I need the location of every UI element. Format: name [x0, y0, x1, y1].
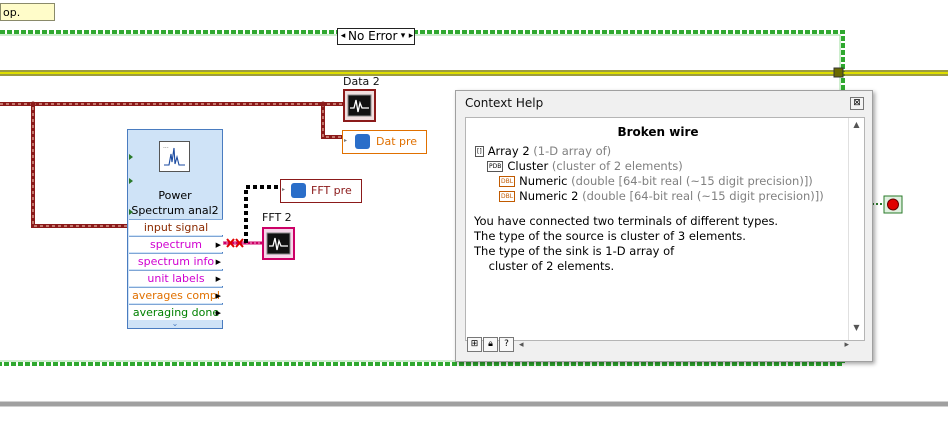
fft2-label: FFT 2 — [262, 211, 292, 224]
graph-icon — [266, 232, 291, 255]
terminal-output-arrow-icon: ▶ — [215, 275, 221, 283]
terminal-label: input signal — [143, 221, 209, 234]
property-node-arrow-icon: ▸ — [344, 137, 348, 144]
terminal-label: unit labels — [147, 272, 205, 285]
expand-chevron-icon[interactable]: ⌄ — [128, 319, 222, 328]
type-tag-icon: DBL — [499, 191, 516, 202]
context-help-content: Broken wire [] Array 2 (1-D array of) PDB C… — [465, 117, 865, 341]
input-arrow-icon — [129, 178, 133, 184]
express-vi-title-line1: Power — [158, 189, 192, 202]
fft-property-node[interactable]: ▸ FFT pre — [280, 179, 362, 203]
terminal-label: averages compl — [132, 289, 220, 302]
property-node-text: FFT pre — [311, 184, 352, 197]
terminal-output-arrow-icon: ▶ — [215, 258, 221, 266]
express-vi-terminal[interactable]: averages compl ▶ — [129, 287, 223, 303]
case-dropdown-icon[interactable]: ▾ — [399, 29, 407, 44]
stop-indicator-icon — [872, 195, 903, 214]
property-node-icon — [291, 183, 306, 198]
input-arrow-icon — [129, 154, 133, 160]
horizontal-scrollbar[interactable]: ◂ ▸ — [519, 337, 849, 353]
terminal-label: spectrum info — [137, 255, 215, 268]
case-decrement-icon[interactable]: ◂ — [339, 29, 347, 44]
help-toolbar: ⊞ 🔒︎ ? ◂ ▸ — [465, 337, 865, 355]
type-tree-item: DBL Numeric (double [64-bit real (~15 dig… — [499, 174, 813, 189]
spectrum-vi-icon: ··· — [159, 141, 190, 172]
power-spectrum-express-vi[interactable]: ··· Power Spectrum anal2 input signal spe… — [127, 129, 223, 329]
express-vi-terminal[interactable]: spectrum info ▶ — [129, 253, 223, 269]
close-icon[interactable]: ⊠ — [850, 97, 864, 110]
window-icon[interactable]: ⊞ — [467, 337, 482, 352]
type-tag-icon: DBL — [499, 176, 516, 187]
scroll-down-icon[interactable]: ▼ — [849, 323, 864, 332]
terminal-label: spectrum — [149, 238, 203, 251]
express-vi-title: Power Spectrum anal2 — [128, 188, 222, 218]
type-description: (1-D array of) — [533, 144, 612, 158]
terminal-output-arrow-icon: ▶ — [215, 241, 221, 249]
type-description: (double [64-bit real (~15 digit precisio… — [582, 189, 824, 203]
context-help-window[interactable]: Context Help ⊠ Broken wire [] Array 2 (1-… — [455, 90, 873, 362]
data2-label: Data 2 — [343, 75, 380, 88]
type-tag-icon: [] — [475, 146, 484, 157]
graph-icon — [347, 94, 372, 117]
help-heading: Broken wire — [617, 125, 699, 139]
type-name: Array 2 — [487, 144, 530, 158]
terminal-label: averaging done — [132, 306, 220, 319]
type-tree-item: DBL Numeric 2 (double [64-bit real (~15 d… — [499, 189, 824, 204]
help-description-line: cluster of 2 elements. — [474, 259, 615, 273]
case-selector-value: No Error — [348, 29, 398, 43]
property-node-icon — [355, 134, 370, 149]
note-text: op. — [3, 6, 21, 19]
type-description: (double [64-bit real (~15 digit precisio… — [571, 174, 813, 188]
property-node-arrow-icon: ▸ — [282, 186, 286, 193]
type-name: Cluster — [507, 159, 549, 173]
case-increment-icon[interactable]: ▸ — [407, 29, 415, 44]
lock-icon[interactable]: 🔒︎ — [483, 337, 498, 352]
help-description-line: The type of the source is cluster of 3 e… — [474, 229, 746, 243]
error-cluster-wire — [0, 67, 948, 78]
scroll-up-icon[interactable]: ▲ — [849, 120, 864, 129]
fft2-graph-terminal[interactable] — [262, 227, 295, 260]
type-name: Numeric — [519, 174, 568, 188]
data2-property-node[interactable]: ▸ Dat pre — [342, 130, 427, 154]
data2-graph-terminal[interactable] — [343, 89, 376, 122]
scroll-left-icon[interactable]: ◂ — [519, 337, 524, 353]
type-name: Numeric 2 — [519, 189, 579, 203]
express-vi-terminal[interactable]: unit labels ▶ — [129, 270, 223, 286]
type-description: (cluster of 2 elements) — [551, 159, 683, 173]
help-description-line: The type of the sink is 1-D array of — [474, 244, 675, 258]
express-vi-terminal[interactable]: averaging done ▶ — [129, 304, 223, 320]
help-description-line: You have connected two terminals of diff… — [474, 214, 779, 228]
context-help-titlebar[interactable]: Context Help — [456, 91, 872, 115]
scroll-right-icon[interactable]: ▸ — [844, 337, 849, 353]
type-tag-icon: PDB — [487, 161, 504, 172]
free-label-note: op. — [0, 3, 55, 21]
svg-text:···: ··· — [163, 145, 169, 152]
terminal-output-arrow-icon: ▶ — [215, 292, 221, 300]
vertical-scrollbar[interactable]: ▲ ▼ — [848, 118, 864, 340]
express-vi-terminal[interactable]: spectrum ▶ — [129, 236, 223, 252]
help-icon[interactable]: ? — [499, 337, 514, 352]
type-tree-item: PDB Cluster (cluster of 2 elements) — [487, 159, 683, 174]
property-node-text: Dat pre — [376, 135, 418, 148]
case-selector[interactable]: ◂ No Error ▾ ▸ — [337, 28, 415, 45]
type-tree-item: [] Array 2 (1-D array of) — [475, 144, 611, 159]
express-vi-title-line2: Spectrum anal2 — [131, 204, 219, 217]
context-help-title: Context Help — [465, 96, 544, 110]
express-vi-terminal[interactable]: input signal — [129, 219, 223, 235]
